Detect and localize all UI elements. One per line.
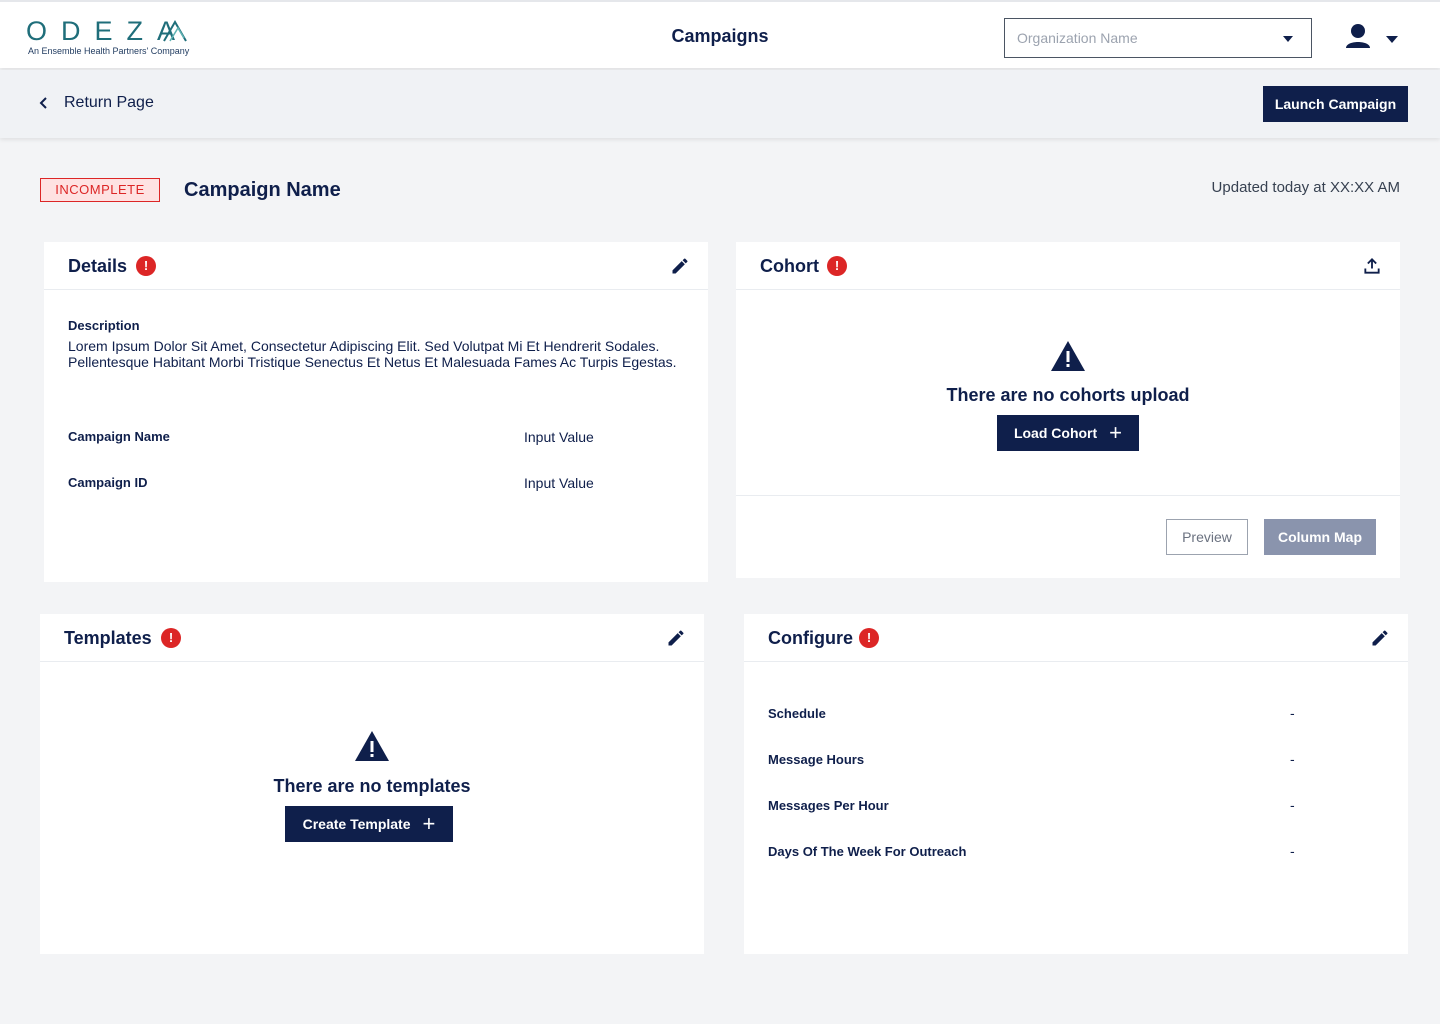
templates-alert-icon: ! — [161, 628, 181, 648]
messages-per-hour-value: - — [1290, 797, 1295, 813]
logo-tagline: An Ensemble Health Partners' Company — [28, 46, 190, 56]
configure-alert-icon: ! — [859, 628, 879, 648]
pencil-icon[interactable] — [670, 256, 690, 276]
status-badge: INCOMPLETE — [40, 178, 160, 202]
templates-card-header: Templates ! — [40, 614, 704, 662]
warning-triangle-icon — [355, 731, 389, 761]
pencil-icon[interactable] — [666, 628, 686, 648]
preview-button[interactable]: Preview — [1166, 519, 1248, 555]
details-card: Details ! Description Lorem Ipsum Dolor … — [44, 242, 708, 582]
cohort-empty-text: There are no cohorts upload — [946, 385, 1190, 405]
user-menu[interactable] — [1344, 22, 1404, 54]
configure-title: Configure — [768, 628, 853, 648]
chevron-down-icon — [1283, 36, 1293, 42]
message-hours-label: Message Hours — [768, 752, 865, 767]
details-alert-icon: ! — [136, 256, 156, 276]
create-template-label: Create Template — [302, 816, 411, 832]
configure-card: Configure ! Schedule - Message Hours - M… — [744, 614, 1408, 954]
user-icon — [1346, 24, 1370, 48]
launch-campaign-button[interactable]: Launch Campaign — [1263, 86, 1408, 122]
campaign-name-label: Campaign Name — [68, 429, 170, 444]
upload-icon[interactable] — [1362, 256, 1382, 276]
pencil-icon[interactable] — [1370, 628, 1390, 648]
organization-select[interactable]: Organization Name — [1004, 18, 1312, 58]
description-text: Lorem Ipsum Dolor Sit Amet, Consectetur … — [68, 338, 677, 370]
updated-timestamp: Updated today at XX:XX AM — [1211, 179, 1400, 196]
cohort-divider — [736, 495, 1400, 496]
return-label: Return Page — [64, 94, 154, 111]
organization-select-placeholder: Organization Name — [1017, 30, 1138, 46]
messages-per-hour-label: Messages Per Hour — [768, 798, 889, 813]
plus-icon: + — [1109, 420, 1123, 445]
templates-title: Templates — [64, 628, 152, 648]
campaign-id-value: Input Value — [524, 475, 594, 491]
column-map-button[interactable]: Column Map — [1264, 519, 1376, 555]
top-bar: ODEZA An Ensemble Health Partners' Compa… — [0, 0, 1440, 68]
cohort-alert-icon: ! — [827, 256, 847, 276]
campaign-title: Campaign Name — [184, 179, 341, 201]
schedule-value: - — [1290, 705, 1295, 721]
templates-empty-text: There are no templates — [273, 776, 471, 796]
create-template-button[interactable]: Create Template + — [285, 806, 453, 842]
cohort-card-header: Cohort ! — [736, 242, 1400, 290]
load-cohort-button[interactable]: Load Cohort + — [997, 415, 1139, 451]
cohort-card: Cohort ! There are no cohorts upload Loa… — [736, 242, 1400, 578]
load-cohort-label: Load Cohort — [1013, 425, 1098, 441]
plus-icon: + — [422, 811, 436, 836]
days-of-week-value: - — [1290, 843, 1295, 859]
days-of-week-label: Days Of The Week For Outreach — [768, 844, 967, 859]
configure-card-header: Configure ! — [744, 614, 1408, 662]
message-hours-value: - — [1290, 751, 1295, 767]
campaign-id-label: Campaign ID — [68, 475, 148, 490]
campaign-name-value: Input Value — [524, 429, 594, 445]
chevron-left-icon — [39, 97, 47, 109]
cohort-title: Cohort — [760, 256, 819, 276]
action-bar: Return Page Launch Campaign — [0, 70, 1440, 138]
templates-card: Templates ! There are no templates Creat… — [40, 614, 704, 954]
caret-down-icon — [1386, 36, 1398, 43]
details-card-header: Details ! — [44, 242, 708, 290]
return-link[interactable]: Return Page — [38, 94, 154, 112]
description-label: Description — [68, 318, 140, 333]
warning-triangle-icon — [1051, 341, 1085, 371]
schedule-label: Schedule — [768, 706, 826, 721]
details-title: Details — [68, 256, 128, 276]
